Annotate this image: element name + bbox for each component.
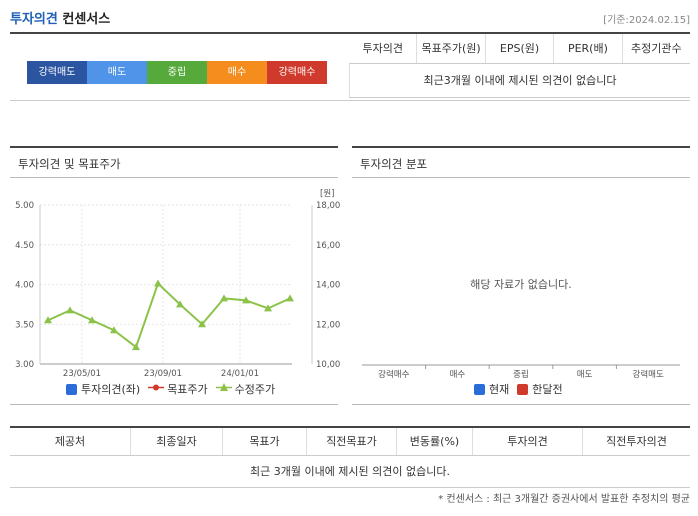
section-title: 투자의견 컨센서스 <box>10 8 110 27</box>
right-legend-item-1: 한달전 <box>517 381 563 397</box>
right-panel-bottom-line <box>352 404 690 405</box>
consensus-header-3: PER(배) <box>553 34 621 63</box>
right-panel-legend: 현재 한달전 <box>474 381 571 397</box>
left-panel-legend: 투자의견(좌) 목표주가 수정주가 <box>66 381 283 397</box>
right-tick-4: 10,000 <box>316 360 340 370</box>
opinion-scale-bar: 강력매도 매도 중립 매수 강력매수 <box>27 61 327 84</box>
left-legend-label-1: 목표주가 <box>167 383 208 396</box>
left-legend-swatch-0 <box>66 383 77 395</box>
x-tick-0: 23/05/01 <box>63 369 101 379</box>
left-legend-label-2: 수정주가 <box>234 383 276 396</box>
x-tick-1: 23/09/01 <box>144 369 182 379</box>
consensus-empty-message: 최근3개월 이내에 제시된 의견이 없습니다 <box>349 64 690 98</box>
right-legend-item-0: 현재 <box>474 381 509 397</box>
right-legend-label-1: 한달전 <box>532 383 563 396</box>
left-legend-item-2: 수정주가 <box>215 381 276 397</box>
distribution-label-0: 강력매수 <box>378 369 409 380</box>
opinion-scale-1: 매도 <box>87 61 147 84</box>
broker-header-1: 최종일자 <box>130 428 222 455</box>
x-tick-2: 24/01/01 <box>221 369 259 379</box>
title-main: 투자의견 <box>10 12 58 27</box>
right-legend-label-0: 현재 <box>489 383 510 396</box>
consensus-table-header: 투자의견 목표주가(원) EPS(원) PER(배) 추정기관수 <box>349 34 690 64</box>
right-tick-1: 16,000 <box>316 241 340 251</box>
right-tick-2: 14,000 <box>316 281 340 291</box>
left-panel-title-line <box>10 177 338 178</box>
left-tick-4: 3.00 <box>15 360 34 370</box>
left-legend-label-0: 투자의견(좌) <box>81 383 141 396</box>
consensus-table: 투자의견 목표주가(원) EPS(원) PER(배) 추정기관수 최근3개월 이내에 제… <box>349 34 690 98</box>
left-tick-2: 4.00 <box>15 281 34 291</box>
distribution-label-1: 매수 <box>450 370 466 380</box>
right-legend-swatch-1 <box>517 383 529 395</box>
opinion-scale-0: 강력매도 <box>27 61 87 84</box>
series-point-11 <box>286 294 294 302</box>
right-tick-3: 12,000 <box>316 320 340 330</box>
left-legend-swatch-1 <box>148 382 165 396</box>
consensus-header-1: 목표주가(원) <box>416 34 484 63</box>
opinion-scale-2: 중립 <box>147 61 207 84</box>
right-panel-title-line <box>352 177 690 178</box>
series-point-5 <box>154 279 162 287</box>
left-legend-swatch-2 <box>215 382 232 396</box>
distribution-no-data: 해당 자료가 없습니다. <box>470 278 572 291</box>
broker-header-6: 직전투자의견 <box>582 428 690 455</box>
right-panel-top-line <box>352 146 690 148</box>
broker-header-2: 목표가 <box>222 428 306 455</box>
right-axis-unit: [원] <box>320 189 334 199</box>
consensus-header-2: EPS(원) <box>484 34 553 63</box>
consensus-header-4: 추정기관수 <box>621 34 690 63</box>
opinion-price-chart: [원] 5.00 18,000 4.50 16,000 4.00 14,000 3.50 12,… <box>15 189 340 379</box>
broker-opinion-table: 제공처 최종일자 목표가 직전목표가 변동률(%) 투자의견 직전투자의견 최근 3개월 이… <box>10 426 690 488</box>
right-panel-title: 투자의견 분포 <box>360 157 428 171</box>
broker-header-0: 제공처 <box>54 435 86 448</box>
broker-header-4: 변동률(%) <box>396 428 472 455</box>
broker-table-header: 제공처 최종일자 목표가 직전목표가 변동률(%) 투자의견 직전투자의견 <box>10 426 690 456</box>
title-sub: 컨센서스 <box>62 12 111 27</box>
left-legend-item-0: 투자의견(좌) <box>66 381 140 397</box>
opinion-scale-4: 강력매수 <box>267 61 327 84</box>
section-header: 투자의견 컨센서스 [기준:2024.02.15] <box>10 6 690 28</box>
distribution-label-2: 중립 <box>513 370 529 380</box>
left-legend-item-1: 목표주가 <box>148 381 208 397</box>
opinion-scale-3: 매수 <box>207 61 267 84</box>
series-line-adjusted-price <box>47 281 291 349</box>
consensus-header-0: 투자의견 <box>362 42 403 55</box>
left-tick-0: 5.00 <box>15 201 34 211</box>
footnote: * 컨센서스 : 최근 3개월간 증권사에서 발표한 추정치의 평균 <box>438 494 690 505</box>
left-tick-1: 4.50 <box>15 241 34 251</box>
broker-header-3: 직전목표가 <box>306 428 396 455</box>
left-panel-title: 투자의견 및 목표주가 <box>18 157 121 171</box>
left-tick-3: 3.50 <box>15 320 34 330</box>
reference-date: [기준:2024.02.15] <box>603 15 690 26</box>
distribution-chart-axis: 강력매수 매수 중립 매도 강력매도 <box>362 364 680 380</box>
series-point-1 <box>66 306 74 314</box>
left-panel-bottom-line <box>10 404 338 405</box>
left-panel-top-line <box>10 146 338 148</box>
top-section-divider <box>10 100 690 101</box>
broker-header-5: 투자의견 <box>472 428 582 455</box>
distribution-label-4: 강력매도 <box>633 369 664 380</box>
broker-table-empty-message: 최근 3개월 이내에 제시된 의견이 없습니다. <box>10 456 690 488</box>
right-tick-0: 18,000 <box>316 201 340 211</box>
distribution-label-3: 매도 <box>577 370 593 380</box>
right-legend-swatch-0 <box>474 383 485 395</box>
